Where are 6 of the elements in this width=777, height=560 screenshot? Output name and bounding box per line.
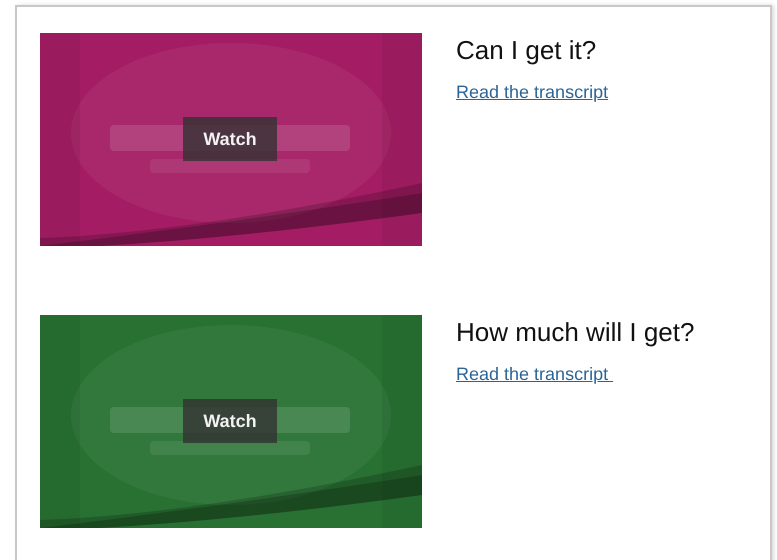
video-title: How much will I get?	[456, 317, 694, 348]
transcript-link[interactable]: Read the transcript	[456, 82, 608, 103]
watch-button[interactable]: Watch	[183, 399, 277, 443]
transcript-link[interactable]: Read the transcript	[456, 364, 614, 385]
watch-button[interactable]: Watch	[183, 117, 277, 161]
video-title: Can I get it?	[456, 35, 596, 66]
